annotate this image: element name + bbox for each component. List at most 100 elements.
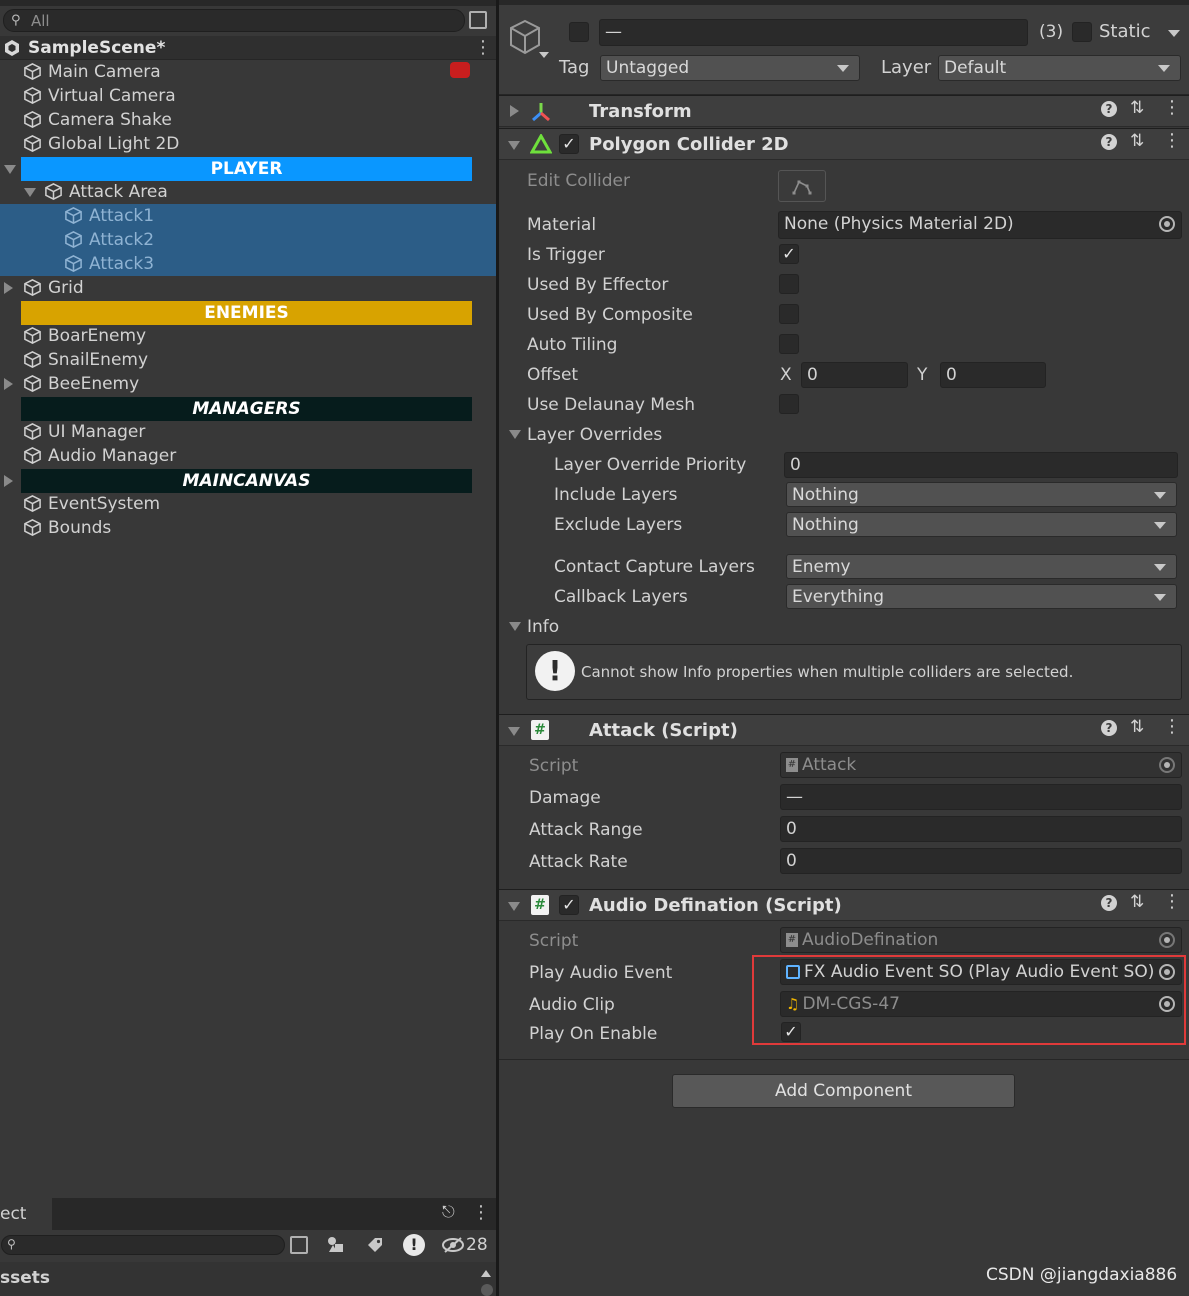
foldout-arrow[interactable]	[4, 282, 13, 294]
hierarchy-row[interactable]: BeeEnemy	[0, 372, 496, 396]
hierarchy-row[interactable]: Attack Area	[0, 180, 496, 204]
add-component-button[interactable]: Add Component	[672, 1074, 1015, 1108]
hierarchy-row[interactable]: MAINCANVAS	[0, 469, 496, 493]
presets-icon[interactable]: ⇅	[1130, 892, 1144, 912]
filter-by-label-icon[interactable]	[365, 1235, 385, 1255]
hierarchy-row[interactable]: UI Manager	[0, 420, 496, 444]
hierarchy-row[interactable]: PLAYER	[0, 157, 496, 181]
hierarchy-row[interactable]: Virtual Camera	[0, 84, 496, 108]
hidden-count: 28	[466, 1235, 488, 1255]
transform-header[interactable]: Transform ? ⇅ ⋮	[499, 95, 1189, 127]
material-field[interactable]: None (Physics Material 2D)	[778, 211, 1182, 239]
used-by-composite-checkbox[interactable]	[779, 304, 799, 324]
console-warning-icon[interactable]: !	[403, 1234, 425, 1256]
component-menu-icon[interactable]: ⋮	[1163, 97, 1181, 118]
polygon-collider-header[interactable]: ✓ Polygon Collider 2D ? ⇅ ⋮	[499, 128, 1189, 160]
icon-dropdown-arrow[interactable]	[539, 52, 549, 58]
hidden-eye-icon[interactable]	[441, 1236, 465, 1254]
attack-script-header[interactable]: # Attack (Script) ? ⇅ ⋮	[499, 714, 1189, 746]
polygon-collider-foldout-arrow[interactable]	[508, 141, 520, 150]
object-name-field[interactable]: —	[599, 19, 1028, 46]
presets-icon[interactable]: ⇅	[1130, 717, 1144, 737]
search-by-type-icon[interactable]	[290, 1236, 308, 1254]
hierarchy-row[interactable]: Bounds	[0, 516, 496, 540]
damage-field[interactable]: —	[780, 784, 1182, 810]
component-menu-icon[interactable]: ⋮	[1163, 130, 1181, 151]
offset-x-field[interactable]: 0	[801, 362, 908, 388]
assets-folder-label[interactable]: ssets	[0, 1266, 50, 1290]
hierarchy-row[interactable]: BoarEnemy	[0, 324, 496, 348]
help-icon[interactable]: ?	[1101, 720, 1117, 736]
scrollbar-thumb[interactable]	[481, 1284, 493, 1296]
exclude-layers-dropdown[interactable]: Nothing	[786, 512, 1177, 537]
open-scene-view-icon[interactable]	[469, 11, 487, 29]
static-toggle[interactable]	[1072, 22, 1092, 42]
active-toggle[interactable]	[569, 22, 589, 42]
hierarchy-row[interactable]: Camera Shake	[0, 108, 496, 132]
layer-overrides-foldout-arrow[interactable]	[509, 430, 521, 439]
hierarchy-row[interactable]: Grid	[0, 276, 496, 300]
tab-project[interactable]: ect	[0, 1198, 52, 1230]
audio-definition-foldout-arrow[interactable]	[508, 902, 520, 911]
filter-by-type-icon[interactable]	[326, 1235, 346, 1255]
help-icon[interactable]: ?	[1101, 895, 1117, 911]
component-menu-icon[interactable]: ⋮	[1163, 891, 1181, 912]
hierarchy-row[interactable]: Attack2	[0, 228, 496, 252]
scene-menu-icon[interactable]: ⋮	[474, 36, 492, 60]
foldout-arrow[interactable]	[24, 188, 36, 197]
scroll-up-arrow[interactable]	[481, 1270, 491, 1277]
project-search-input[interactable]: ⚲	[1, 1235, 285, 1255]
lock-icon[interactable]: ⎋	[442, 1202, 455, 1222]
layer-override-priority-field[interactable]: 0	[784, 452, 1178, 478]
hierarchy-row[interactable]: Attack1	[0, 204, 496, 228]
info-label[interactable]: Info	[527, 615, 559, 639]
hierarchy-row[interactable]: Main Camera	[0, 60, 496, 84]
audio-definition-header[interactable]: # ✓ Audio Defination (Script) ? ⇅ ⋮	[499, 889, 1189, 921]
hierarchy-row[interactable]: Attack3	[0, 252, 496, 276]
presets-icon[interactable]: ⇅	[1130, 98, 1144, 118]
use-delaunay-checkbox[interactable]	[779, 394, 799, 414]
hierarchy-row[interactable]: Global Light 2D	[0, 132, 496, 156]
hierarchy-row[interactable]: Audio Manager	[0, 444, 496, 468]
hierarchy-search-input[interactable]: ⚲ All	[3, 9, 465, 32]
foldout-arrow[interactable]	[4, 165, 16, 174]
offset-y-field[interactable]: 0	[940, 362, 1046, 388]
attack-range-field[interactable]: 0	[780, 816, 1182, 842]
attack-script-value: Attack	[802, 755, 857, 775]
attack-foldout-arrow[interactable]	[508, 727, 520, 736]
foldout-arrow[interactable]	[4, 378, 13, 390]
include-layers-dropdown[interactable]: Nothing	[786, 482, 1177, 507]
help-icon[interactable]: ?	[1101, 101, 1117, 117]
layer-override-priority-label: Layer Override Priority	[554, 455, 747, 475]
used-by-effector-checkbox[interactable]	[779, 274, 799, 294]
transform-foldout-arrow[interactable]	[510, 105, 519, 117]
hierarchy-row[interactable]: MANAGERS	[0, 397, 496, 421]
info-foldout-arrow[interactable]	[509, 622, 521, 631]
tag-dropdown[interactable]: Untagged	[600, 55, 860, 81]
contact-capture-dropdown[interactable]: Enemy	[786, 554, 1177, 579]
used-by-effector-label: Used By Effector	[527, 275, 669, 295]
hierarchy-row[interactable]: SnailEnemy	[0, 348, 496, 372]
layer-overrides-label[interactable]: Layer Overrides	[527, 423, 662, 447]
auto-tiling-checkbox[interactable]	[779, 334, 799, 354]
project-menu-icon[interactable]: ⋮	[472, 1202, 490, 1223]
edit-collider-button[interactable]	[778, 170, 826, 202]
object-picker-icon[interactable]	[1159, 216, 1175, 232]
callback-layers-dropdown[interactable]: Everything	[786, 584, 1177, 609]
help-icon[interactable]: ?	[1101, 134, 1117, 150]
hierarchy-row[interactable]: EventSystem	[0, 492, 496, 516]
scene-row[interactable]: SampleScene* ⋮	[0, 36, 496, 60]
is-trigger-checkbox[interactable]: ✓	[779, 244, 799, 264]
foldout-arrow[interactable]	[4, 475, 13, 487]
layer-dropdown[interactable]: Default	[938, 55, 1181, 81]
static-dropdown-arrow[interactable]	[1168, 30, 1180, 37]
component-menu-icon[interactable]: ⋮	[1163, 716, 1181, 737]
audio-definition-enabled-checkbox[interactable]: ✓	[559, 895, 579, 915]
attack-rate-field[interactable]: 0	[780, 848, 1182, 874]
gameobject-cube-icon	[24, 327, 41, 344]
polygon-collider-enabled-checkbox[interactable]: ✓	[559, 134, 579, 154]
unity-logo-icon	[5, 40, 19, 56]
presets-icon[interactable]: ⇅	[1130, 131, 1144, 151]
hierarchy-row[interactable]: ENEMIES	[0, 301, 496, 325]
info-warning-icon: !	[535, 651, 575, 691]
